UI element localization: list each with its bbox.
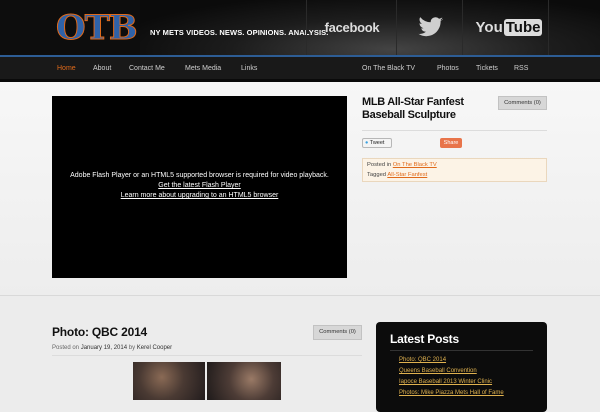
flash-player-link[interactable]: Get the latest Flash Player (52, 182, 347, 189)
post-meta: Posted on January 19, 2014 by Kerel Coop… (52, 345, 172, 351)
latest-post-link[interactable]: Photos: Mike Piazza Mets Hall of Fame (399, 390, 504, 396)
nav-about[interactable]: About (93, 65, 111, 72)
post-photo-thumbnail[interactable] (207, 362, 281, 400)
nav-rss[interactable]: RSS (514, 65, 528, 72)
nav-tickets[interactable]: Tickets (476, 65, 498, 72)
nav-home[interactable]: Home (57, 65, 76, 72)
tweet-button[interactable]: ● Tweet (362, 138, 392, 148)
by-label: by (128, 345, 136, 351)
latest-posts-title: Latest Posts (390, 332, 459, 346)
divider (390, 350, 533, 351)
category-link[interactable]: On The Black TV (393, 162, 437, 168)
nav-photos[interactable]: Photos (437, 65, 459, 72)
post-meta-box: Posted in On The Black TV Tagged All-Sta… (362, 158, 547, 182)
site-header: OTB NY METS VIDEOS. NEWS. OPINIONS. ANAL… (0, 0, 600, 55)
latest-post-link[interactable]: Queens Baseball Convention (399, 368, 477, 374)
video-player[interactable]: Adobe Flash Player or an HTML5 supported… (52, 96, 347, 278)
featured-comments-button[interactable]: Comments (0) (498, 96, 547, 110)
share-button[interactable]: Share (440, 138, 462, 148)
post-title[interactable]: Photo: QBC 2014 (52, 325, 147, 339)
twitter-link[interactable] (404, 0, 458, 55)
tweet-label: Tweet (369, 140, 385, 146)
share-label: Share (443, 140, 459, 146)
youtube-wordmark-tube: Tube (503, 19, 543, 36)
tagged-line: Tagged All-Star Fanfest (367, 172, 427, 178)
nav-on-the-black-tv[interactable]: On The Black TV (362, 65, 415, 72)
latest-posts-widget: Latest Posts Photo: QBC 2014 Queens Base… (376, 322, 547, 412)
posted-on-label: Posted on (52, 345, 80, 351)
youtube-link[interactable]: You Tube (472, 0, 546, 55)
social-divider (462, 0, 463, 55)
nav-contact-me[interactable]: Contact Me (129, 65, 165, 72)
twitter-bird-icon: ● (365, 140, 369, 146)
posted-in-label: Posted in (367, 162, 392, 168)
twitter-bird-icon (418, 17, 443, 37)
html5-browser-link[interactable]: Learn more about upgrading to an HTML5 b… (52, 192, 347, 199)
post-comments-button[interactable]: Comments (0) (313, 325, 362, 340)
facebook-link[interactable]: facebook (316, 0, 388, 55)
social-divider (396, 0, 397, 55)
tag-link[interactable]: All-Star Fanfest (387, 172, 427, 178)
nav-mets-media[interactable]: Mets Media (185, 65, 221, 72)
post-photo-thumbnail[interactable] (133, 362, 205, 400)
latest-post-link[interactable]: Iapoce Baseball 2013 Winter Clinic (399, 379, 492, 385)
social-divider (548, 0, 549, 55)
tagged-label: Tagged (367, 172, 387, 178)
post-date: January 19, 2014 (80, 345, 128, 351)
site-tagline: NY METS VIDEOS. NEWS. OPINIONS. ANALYSIS… (150, 28, 329, 37)
latest-post-link[interactable]: Photo: QBC 2014 (399, 357, 446, 363)
social-divider (306, 0, 307, 55)
video-fallback-message: Adobe Flash Player or an HTML5 supported… (70, 172, 329, 179)
posted-in-line: Posted in On The Black TV (367, 162, 437, 168)
youtube-wordmark-you: You (475, 19, 503, 36)
post-author[interactable]: Kerel Cooper (137, 345, 172, 351)
facebook-wordmark: facebook (324, 20, 380, 35)
divider (52, 355, 362, 356)
featured-post-title[interactable]: MLB All-Star Fanfest Baseball Sculpture (362, 96, 492, 122)
main-nav: Home About Contact Me Mets Media Links O… (0, 55, 600, 82)
site-logo[interactable]: OTB (56, 10, 139, 47)
nav-links[interactable]: Links (241, 65, 257, 72)
divider (362, 130, 547, 131)
